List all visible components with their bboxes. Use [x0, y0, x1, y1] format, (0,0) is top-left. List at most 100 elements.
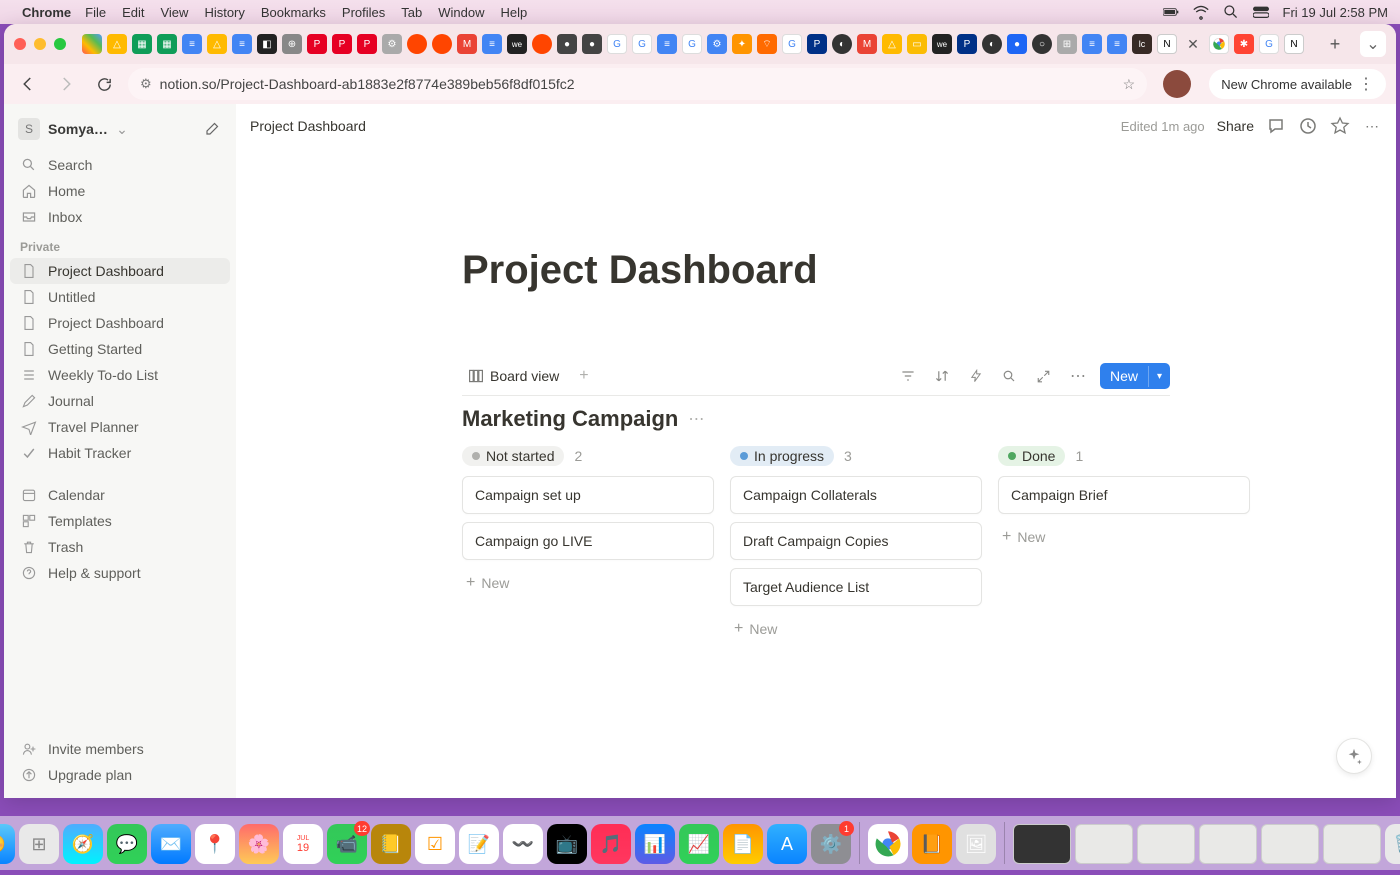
add-view-button[interactable]: + — [575, 367, 592, 385]
filter-icon[interactable] — [896, 364, 920, 388]
new-page-icon[interactable] — [204, 119, 222, 140]
dock-minimized-window[interactable] — [1199, 824, 1257, 864]
page-title[interactable]: Project Dashboard — [462, 248, 1170, 293]
automation-icon[interactable] — [964, 364, 988, 388]
pinned-tab[interactable]: G — [607, 34, 627, 54]
dock-keynote[interactable]: 📊 — [635, 824, 675, 864]
pinned-tab[interactable]: we — [507, 34, 527, 54]
column-header[interactable]: Not started 2 — [462, 446, 714, 466]
board-card[interactable]: Campaign Collaterals — [730, 476, 982, 514]
database-title[interactable]: Marketing Campaign — [462, 406, 678, 432]
pinned-tab[interactable]: △ — [207, 34, 227, 54]
tab-favicon[interactable]: ✱ — [1234, 34, 1254, 54]
board-card[interactable]: Campaign go LIVE — [462, 522, 714, 560]
sidebar-page[interactable]: Habit Tracker — [10, 440, 230, 466]
dock-minimized-window[interactable] — [1261, 824, 1319, 864]
column-new-button[interactable]: +New — [730, 614, 982, 644]
pinned-tab[interactable] — [82, 34, 102, 54]
menu-profiles[interactable]: Profiles — [342, 5, 385, 20]
dock-minimized-window[interactable] — [1013, 824, 1071, 864]
pinned-tab[interactable]: ● — [582, 34, 602, 54]
chrome-update-button[interactable]: New Chrome available ⋮ — [1209, 69, 1386, 99]
db-more-icon[interactable]: ⋯ — [1066, 364, 1090, 388]
sidebar-invite[interactable]: Invite members — [10, 736, 230, 762]
active-tab-favicon[interactable]: N — [1284, 34, 1304, 54]
sidebar-inbox[interactable]: Inbox — [10, 204, 230, 230]
sidebar-home[interactable]: Home — [10, 178, 230, 204]
menu-tab[interactable]: Tab — [401, 5, 422, 20]
dock-messages[interactable]: 💬 — [107, 824, 147, 864]
sidebar-search[interactable]: Search — [10, 152, 230, 178]
board-card[interactable]: Campaign set up — [462, 476, 714, 514]
board-card[interactable]: Target Audience List — [730, 568, 982, 606]
dock-chrome[interactable] — [868, 824, 908, 864]
favorite-star-icon[interactable] — [1330, 116, 1350, 136]
pinned-tab[interactable]: ▭ — [907, 34, 927, 54]
dock-preview[interactable]: 🖼 — [956, 824, 996, 864]
dock-appstore[interactable]: А — [767, 824, 807, 864]
more-icon[interactable]: ⋯ — [1362, 116, 1382, 136]
pinned-tab[interactable]: ⊞ — [1057, 34, 1077, 54]
dock-minimized-window[interactable] — [1137, 824, 1195, 864]
pinned-tab[interactable]: △ — [882, 34, 902, 54]
pinned-tab[interactable]: ▦ — [132, 34, 152, 54]
battery-icon[interactable] — [1163, 4, 1179, 20]
pinned-tab[interactable]: ≡ — [232, 34, 252, 54]
column-new-button[interactable]: +New — [998, 522, 1250, 552]
pinned-tab[interactable] — [432, 34, 452, 54]
column-new-button[interactable]: +New — [462, 568, 714, 598]
pinned-tab[interactable]: P — [807, 34, 827, 54]
forward-button[interactable] — [52, 70, 80, 98]
pinned-tab[interactable]: ⌔ — [757, 34, 777, 54]
menu-view[interactable]: View — [160, 5, 188, 20]
pinned-tab[interactable]: ≡ — [1082, 34, 1102, 54]
pinned-tab[interactable]: ⚙ — [382, 34, 402, 54]
dock-tv[interactable]: 📺 — [547, 824, 587, 864]
menu-help[interactable]: Help — [501, 5, 528, 20]
menu-bookmarks[interactable]: Bookmarks — [261, 5, 326, 20]
pinned-tab[interactable]: N — [1157, 34, 1177, 54]
sidebar-templates[interactable]: Templates — [10, 508, 230, 534]
history-icon[interactable] — [1298, 116, 1318, 136]
pinned-tab[interactable]: ● — [557, 34, 577, 54]
board-card[interactable]: Campaign Brief — [998, 476, 1250, 514]
address-bar[interactable]: ⚙ notion.so/Project-Dashboard-ab1883e2f8… — [128, 68, 1147, 100]
app-name[interactable]: Chrome — [22, 5, 71, 20]
pinned-tab[interactable]: ▦ — [157, 34, 177, 54]
sidebar-page[interactable]: Journal — [10, 388, 230, 414]
sidebar-page[interactable]: Project Dashboard — [10, 258, 230, 284]
pinned-tab[interactable] — [407, 34, 427, 54]
pinned-tab[interactable]: ≡ — [657, 34, 677, 54]
pinned-tab[interactable]: M — [857, 34, 877, 54]
control-center-icon[interactable] — [1253, 4, 1269, 20]
sidebar-upgrade[interactable]: Upgrade plan — [10, 762, 230, 788]
dock-finder[interactable]: 😊 — [0, 824, 15, 864]
close-window-button[interactable] — [14, 38, 26, 50]
pinned-tab[interactable]: ≡ — [182, 34, 202, 54]
dock-notes[interactable]: 📝 — [459, 824, 499, 864]
spotlight-icon[interactable] — [1223, 4, 1239, 20]
sidebar-page[interactable]: Project Dashboard — [10, 310, 230, 336]
bookmark-star-icon[interactable]: ☆ — [1123, 76, 1136, 93]
ai-fab-button[interactable] — [1336, 738, 1372, 774]
board-card[interactable]: Draft Campaign Copies — [730, 522, 982, 560]
pinned-tab[interactable]: P — [332, 34, 352, 54]
new-tab-button[interactable]: + — [1322, 31, 1348, 57]
dock-mail[interactable]: ✉️ — [151, 824, 191, 864]
expand-icon[interactable] — [1032, 364, 1056, 388]
maximize-window-button[interactable] — [54, 38, 66, 50]
reload-button[interactable] — [90, 70, 118, 98]
sidebar-help[interactable]: Help & support — [10, 560, 230, 586]
sidebar-page[interactable]: Getting Started — [10, 336, 230, 362]
dock-trash[interactable]: 🗑️ — [1385, 824, 1400, 864]
tab-favicon[interactable] — [1209, 34, 1229, 54]
pinned-tab[interactable]: ✦ — [732, 34, 752, 54]
dock-music[interactable]: 🎵 — [591, 824, 631, 864]
sidebar-page[interactable]: Untitled — [10, 284, 230, 310]
pinned-tab[interactable]: ◐ — [982, 34, 1002, 54]
pinned-tab[interactable]: △ — [107, 34, 127, 54]
site-info-icon[interactable]: ⚙ — [140, 76, 152, 92]
chevron-down-icon[interactable]: ▾ — [1148, 366, 1170, 387]
dock-photos[interactable]: 🌸 — [239, 824, 279, 864]
dock-freeform[interactable]: 〰️ — [503, 824, 543, 864]
